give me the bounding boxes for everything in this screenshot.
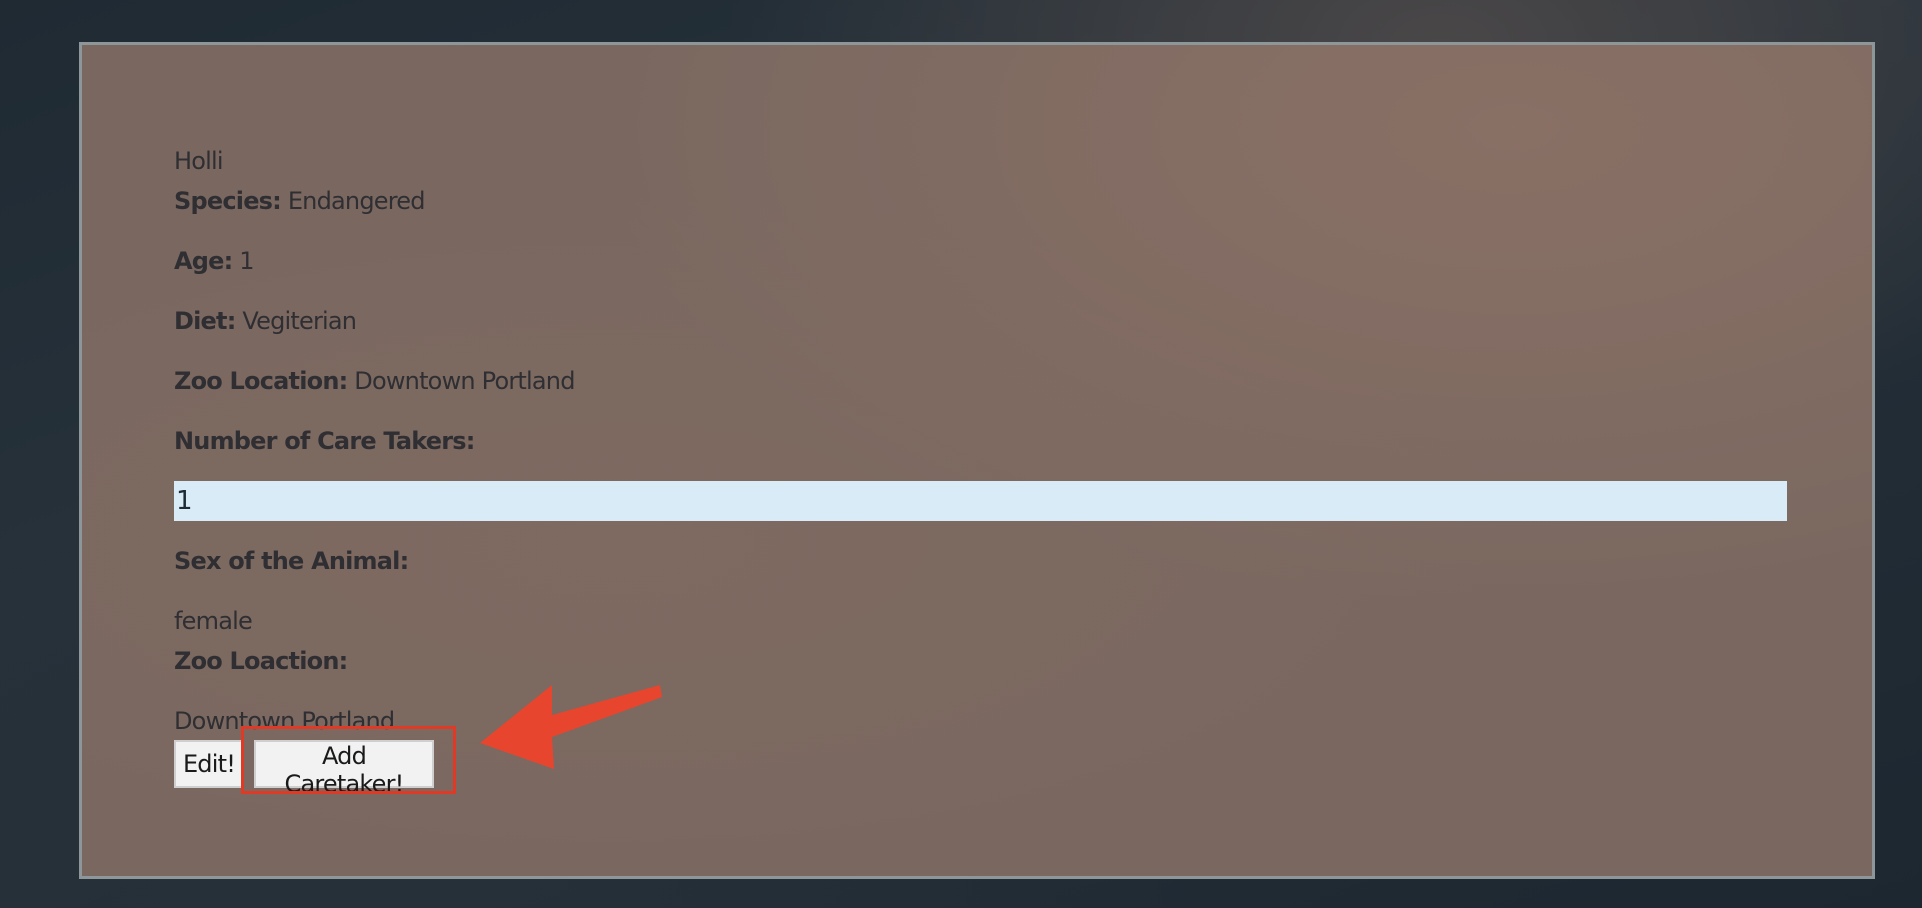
animal-name: Holli <box>174 147 224 175</box>
species-row: Species: Endangered <box>174 181 1787 221</box>
add-caretaker-button[interactable]: Add Caretaker! <box>254 740 434 798</box>
zoo-location-label: Zoo Location: <box>174 367 348 395</box>
care-takers-input[interactable] <box>174 481 1787 521</box>
animal-details: Holli Species: Endangered Age: 1 Diet: V… <box>174 141 1787 741</box>
diet-value: Vegiterian <box>242 307 357 335</box>
zoo-loaction-label: Zoo Loaction: <box>174 647 348 675</box>
care-takers-label: Number of Care Takers: <box>174 427 475 455</box>
zoo-location-row: Zoo Location: Downtown Portland <box>174 361 1787 401</box>
action-buttons: Edit! Add Caretaker! <box>174 740 434 798</box>
edit-button[interactable]: Edit! <box>174 740 244 788</box>
species-label: Species: <box>174 187 282 215</box>
zoo-loaction-value: Downtown Portland <box>174 707 395 735</box>
animal-detail-panel: Holli Species: Endangered Age: 1 Diet: V… <box>79 42 1875 879</box>
age-value: 1 <box>239 247 254 275</box>
age-row: Age: 1 <box>174 241 1787 281</box>
species-value: Endangered <box>287 187 426 215</box>
sex-label: Sex of the Animal: <box>174 547 409 575</box>
sex-value: female <box>174 607 253 635</box>
age-label: Age: <box>174 247 233 275</box>
zoo-location-value: Downtown Portland <box>354 367 575 395</box>
diet-row: Diet: Vegiterian <box>174 301 1787 341</box>
diet-label: Diet: <box>174 307 236 335</box>
